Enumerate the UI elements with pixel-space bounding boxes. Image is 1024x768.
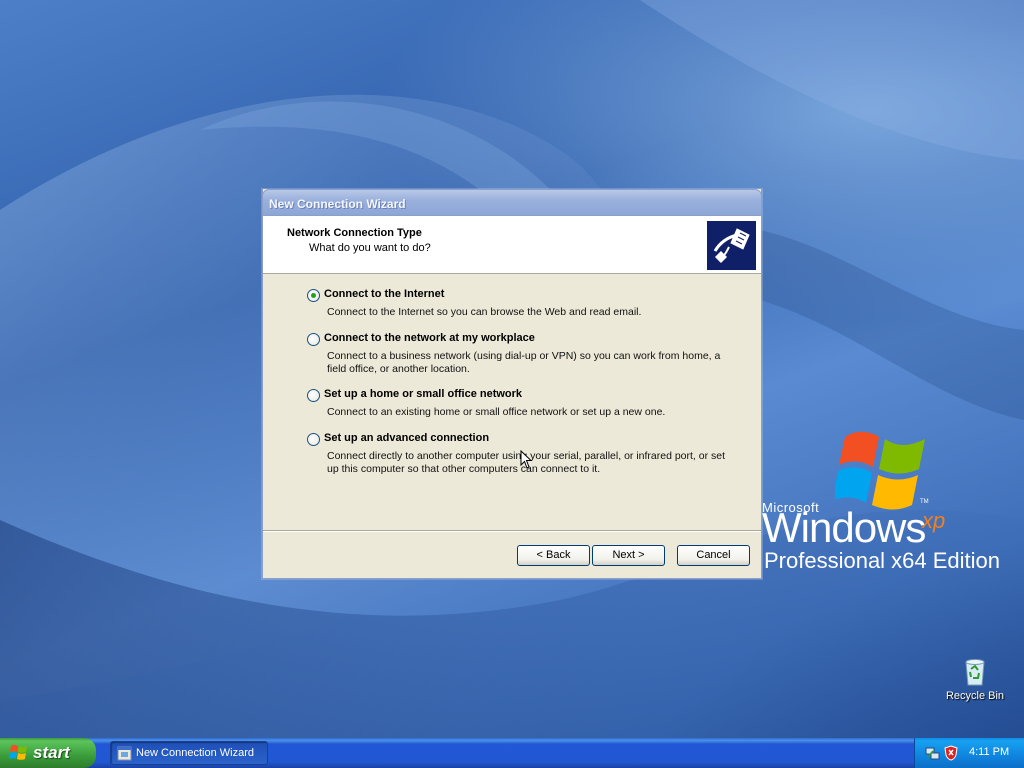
mouse-cursor-icon (520, 450, 533, 469)
option-description: Connect to the Internet so you can brows… (327, 306, 642, 318)
new-connection-wizard-window: New Connection Wizard Network Connection… (262, 189, 762, 579)
option-label[interactable]: Set up an advanced connection (324, 432, 489, 444)
clock[interactable]: 4:11 PM (969, 746, 1009, 758)
start-label: start (33, 743, 70, 762)
window-title: New Connection Wizard (269, 197, 406, 211)
logo-edition-text: Professional x64 Edition (764, 548, 1001, 573)
page-subtitle: What do you want to do? (309, 242, 431, 254)
logo-xp-text: xp (922, 508, 946, 533)
radio-home-network[interactable] (307, 389, 320, 402)
option-description: Connect to an existing home or small off… (327, 406, 666, 418)
radio-advanced-connection[interactable] (307, 433, 320, 446)
back-button[interactable]: < Back (517, 545, 590, 566)
desktop-icon-recycle-bin[interactable]: Recycle Bin (940, 656, 1010, 716)
wizard-header: Network Connection Type What do you want… (263, 216, 761, 274)
recycle-bin-icon (965, 659, 985, 686)
page-title: Network Connection Type (287, 227, 422, 239)
wizard-window-icon (117, 746, 132, 761)
option-label[interactable]: Set up a home or small office network (324, 388, 522, 400)
window-titlebar[interactable]: New Connection Wizard (262, 189, 762, 216)
footer-divider (263, 530, 761, 532)
next-button[interactable]: Next > (592, 545, 665, 566)
taskbar-item-new-connection-wizard[interactable]: New Connection Wizard (110, 741, 268, 765)
recycle-bin-label: Recycle Bin (945, 690, 1005, 702)
windows-flag-icon (9, 744, 27, 760)
logo-windows-text: Windows (762, 504, 926, 551)
option-description: Connect to a business network (using dia… (327, 350, 721, 375)
cancel-button[interactable]: Cancel (677, 545, 750, 566)
radio-connect-workplace[interactable] (307, 333, 320, 346)
taskbar-item-label: New Connection Wizard (136, 747, 254, 759)
network-icon[interactable] (925, 745, 941, 761)
logo-trademark: TM (920, 499, 929, 505)
radio-connect-internet[interactable] (307, 289, 320, 302)
taskbar: start New Connection Wizard 4:11 PM (0, 738, 1024, 768)
option-label[interactable]: Connect to the network at my workplace (324, 332, 535, 344)
start-button[interactable]: start (0, 738, 96, 768)
security-shield-icon[interactable] (943, 745, 959, 761)
windows-flag-logo (835, 431, 925, 510)
system-tray: 4:11 PM (914, 738, 1024, 768)
network-cable-icon (707, 221, 756, 270)
option-label[interactable]: Connect to the Internet (324, 288, 444, 300)
